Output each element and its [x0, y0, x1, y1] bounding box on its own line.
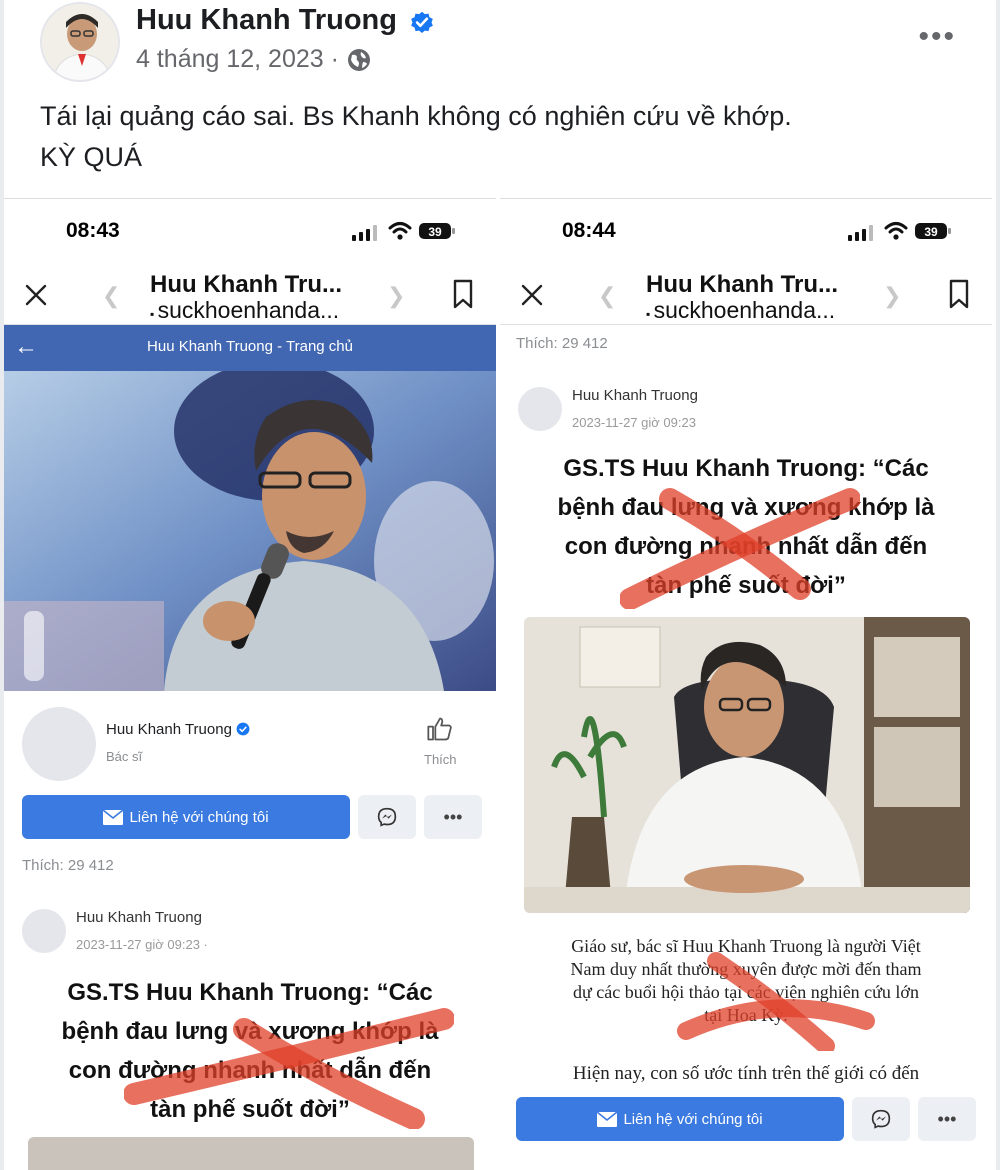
chevron-left-icon[interactable]: ❮ — [598, 283, 616, 309]
cover-photo — [4, 371, 496, 691]
body-line: Nam duy nhất thường xuyên được mời đến t… — [570, 959, 922, 979]
messenger-button[interactable] — [358, 795, 416, 839]
contact-label: Liên hệ với chúng tôi — [623, 1110, 763, 1128]
post-text-line: Tái lại quảng cáo sai. Bs Khanh không có… — [40, 101, 792, 131]
page-info: Huu Khanh Truong Bác sĩ Thích — [4, 699, 496, 799]
contact-us-button[interactable]: Liên hệ với chúng tôi — [22, 795, 350, 839]
headline-line: GS.TS Huu Khanh Truong: “Các — [67, 979, 433, 1006]
action-buttons: Liên hệ với chúng tôi ••• — [516, 1097, 976, 1141]
headline-line: bệnh đau lưng và xương khớp là — [557, 494, 935, 521]
next-image-thumbnail — [28, 1137, 474, 1170]
right-screenshot: 08:44 39 ❮ Huu Khanh Tru... ▪ suckhoenha… — [500, 198, 992, 1170]
verified-badge-icon — [236, 722, 250, 736]
more-options-button[interactable]: ••• — [918, 20, 956, 54]
fb-bar-title: Huu Khanh Truong - Trang chủ — [147, 338, 353, 355]
article-body: Giáo sư, bác sĩ Huu Khanh Truong là ngườ… — [516, 935, 976, 1027]
envelope-icon — [103, 809, 124, 825]
bookmark-icon[interactable] — [948, 279, 970, 309]
post-date[interactable]: 4 tháng 12, 2023 · — [136, 45, 339, 74]
close-icon[interactable] — [24, 283, 48, 307]
cellular-signal-icon — [848, 225, 873, 241]
page-avatar[interactable] — [22, 707, 96, 781]
like-label: Thích — [424, 752, 457, 767]
browser-title: Huu Khanh Tru... — [150, 271, 342, 298]
left-screenshot: 08:43 39 ❮ Huu Khanh Tru... ▪ suckhoenha… — [4, 198, 496, 1170]
post-author-avatar[interactable] — [22, 909, 66, 953]
page-name-text: Huu Khanh Truong — [106, 721, 232, 738]
wifi-icon — [884, 222, 908, 240]
more-dots-icon: ••• — [937, 1108, 957, 1129]
cellular-signal-icon — [352, 225, 377, 241]
likes-count: Thích: 29 412 — [516, 335, 608, 352]
headline-line: con đường nhanh nhất dẫn đến — [68, 1057, 432, 1084]
body-line: tại Hoa Kỳ. — [704, 1005, 788, 1025]
headline-line: GS.TS Huu Khanh Truong: “Các — [563, 455, 929, 482]
article-teaser: Hiện nay, con số ước tính trên thế giới … — [572, 1063, 920, 1084]
headline-line: bệnh đau lưng và xương khớp là — [61, 1018, 439, 1045]
post-author-row: Huu Khanh Truong 2023-11-27 giờ 09:23 · — [22, 909, 482, 969]
headline-line: con đường nhanh nhất dẫn đến — [564, 533, 928, 560]
action-buttons: Liên hệ với chúng tôi ••• — [22, 795, 482, 839]
page-category: Bác sĩ — [106, 749, 143, 764]
status-bar: 08:43 39 — [4, 199, 496, 269]
thumbs-up-icon — [427, 717, 453, 741]
post-author-avatar[interactable] — [518, 387, 562, 431]
author-name[interactable]: Huu Khanh Truong — [136, 4, 397, 37]
headline: GS.TS Huu Khanh Truong: “Các bệnh đau lư… — [508, 449, 984, 605]
url-text: suckhoenhanda... — [653, 297, 836, 323]
browser-bar: ❮ Huu Khanh Tru... ▪ suckhoenhanda... ❯ — [4, 267, 496, 325]
post-author-row: Huu Khanh Truong 2023-11-27 giờ 09:23 — [518, 387, 978, 447]
body-line: Giáo sư, bác sĩ Huu Khanh Truong là ngườ… — [571, 936, 921, 956]
contact-label: Liên hệ với chúng tôi — [129, 808, 269, 826]
more-button[interactable]: ••• — [424, 795, 482, 839]
lock-icon: ▪ — [150, 307, 158, 321]
post-author-name[interactable]: Huu Khanh Truong — [76, 909, 202, 926]
post-header: Huu Khanh Truong 4 tháng 12, 2023 · ••• — [4, 0, 996, 90]
post-date: 2023-11-27 giờ 09:23 — [572, 415, 696, 430]
likes-count: Thích: 29 412 — [22, 857, 114, 874]
battery-level: 39 — [428, 225, 442, 239]
headline: GS.TS Huu Khanh Truong: “Các bệnh đau lư… — [12, 973, 488, 1129]
battery-icon: 39 — [419, 223, 455, 239]
battery-icon: 39 — [915, 223, 951, 239]
post-author-name[interactable]: Huu Khanh Truong — [572, 387, 698, 404]
url-text: suckhoenhanda... — [157, 297, 340, 323]
author-avatar[interactable] — [40, 2, 120, 82]
messenger-button[interactable] — [852, 1097, 910, 1141]
post-date: 2023-11-27 giờ 09:23 · — [76, 937, 208, 952]
chevron-right-icon[interactable]: ❯ — [883, 283, 901, 309]
status-time: 08:44 — [562, 219, 616, 242]
messenger-icon — [871, 1109, 891, 1129]
close-icon[interactable] — [520, 283, 544, 307]
like-page-button[interactable]: Thích — [424, 715, 457, 767]
verified-badge-icon — [411, 11, 433, 34]
headline-line: tàn phế suốt đời” — [646, 572, 846, 599]
more-button[interactable]: ••• — [918, 1097, 976, 1141]
lock-icon: ▪ — [646, 307, 654, 321]
chevron-left-icon[interactable]: ❮ — [102, 283, 120, 309]
globe-icon — [347, 48, 370, 71]
chevron-right-icon[interactable]: ❯ — [387, 283, 405, 309]
wifi-icon — [388, 222, 412, 240]
contact-us-button[interactable]: Liên hệ với chúng tôi — [516, 1097, 844, 1141]
messenger-icon — [377, 807, 397, 827]
post-text: Tái lại quảng cáo sai. Bs Khanh không có… — [40, 96, 792, 178]
battery-level: 39 — [924, 225, 938, 239]
post-meta: 4 tháng 12, 2023 · — [136, 45, 371, 74]
status-time: 08:43 — [66, 219, 120, 242]
body-line: dự các buổi hội thảo tại các viện nghiên… — [573, 982, 919, 1002]
headline-line: tàn phế suốt đời” — [150, 1096, 350, 1123]
fb-page-bar: ← Huu Khanh Truong - Trang chủ — [4, 325, 496, 371]
post-text-line: KỲ QUÁ — [40, 142, 143, 172]
page-name[interactable]: Huu Khanh Truong — [106, 721, 250, 738]
status-bar: 08:44 39 — [500, 199, 992, 269]
browser-title: Huu Khanh Tru... — [646, 271, 838, 298]
more-dots-icon: ••• — [443, 806, 463, 827]
envelope-icon — [597, 1111, 618, 1127]
browser-bar: ❮ Huu Khanh Tru... ▪ suckhoenhanda... ❯ — [500, 267, 992, 325]
browser-url[interactable]: ▪ suckhoenhanda... — [646, 297, 835, 324]
browser-url[interactable]: ▪ suckhoenhanda... — [150, 297, 339, 324]
doctor-photo — [524, 617, 970, 913]
bookmark-icon[interactable] — [452, 279, 474, 309]
